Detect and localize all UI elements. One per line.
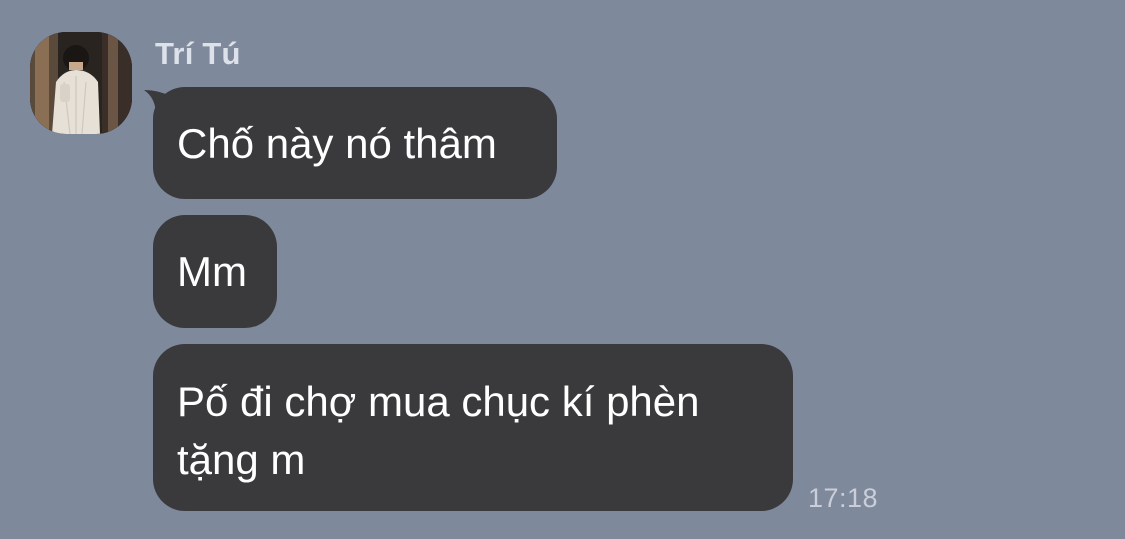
sender-name: Trí Tú (155, 36, 241, 71)
sender-avatar[interactable] (30, 32, 132, 134)
message-timestamp: 17:18 (808, 483, 879, 513)
message-text: Mm (177, 248, 247, 295)
message-bubble[interactable]: Mm (153, 215, 277, 328)
message-bubble[interactable]: Pố đi chợ mua chục kí phèn tặng m (153, 344, 793, 511)
avatar-photo (30, 32, 132, 134)
message-text: Chố này nó thâm (177, 120, 497, 167)
message-text: Pố đi chợ mua chục kí phèn tặng m (177, 378, 700, 483)
message-bubble[interactable]: Chố này nó thâm (153, 87, 557, 199)
